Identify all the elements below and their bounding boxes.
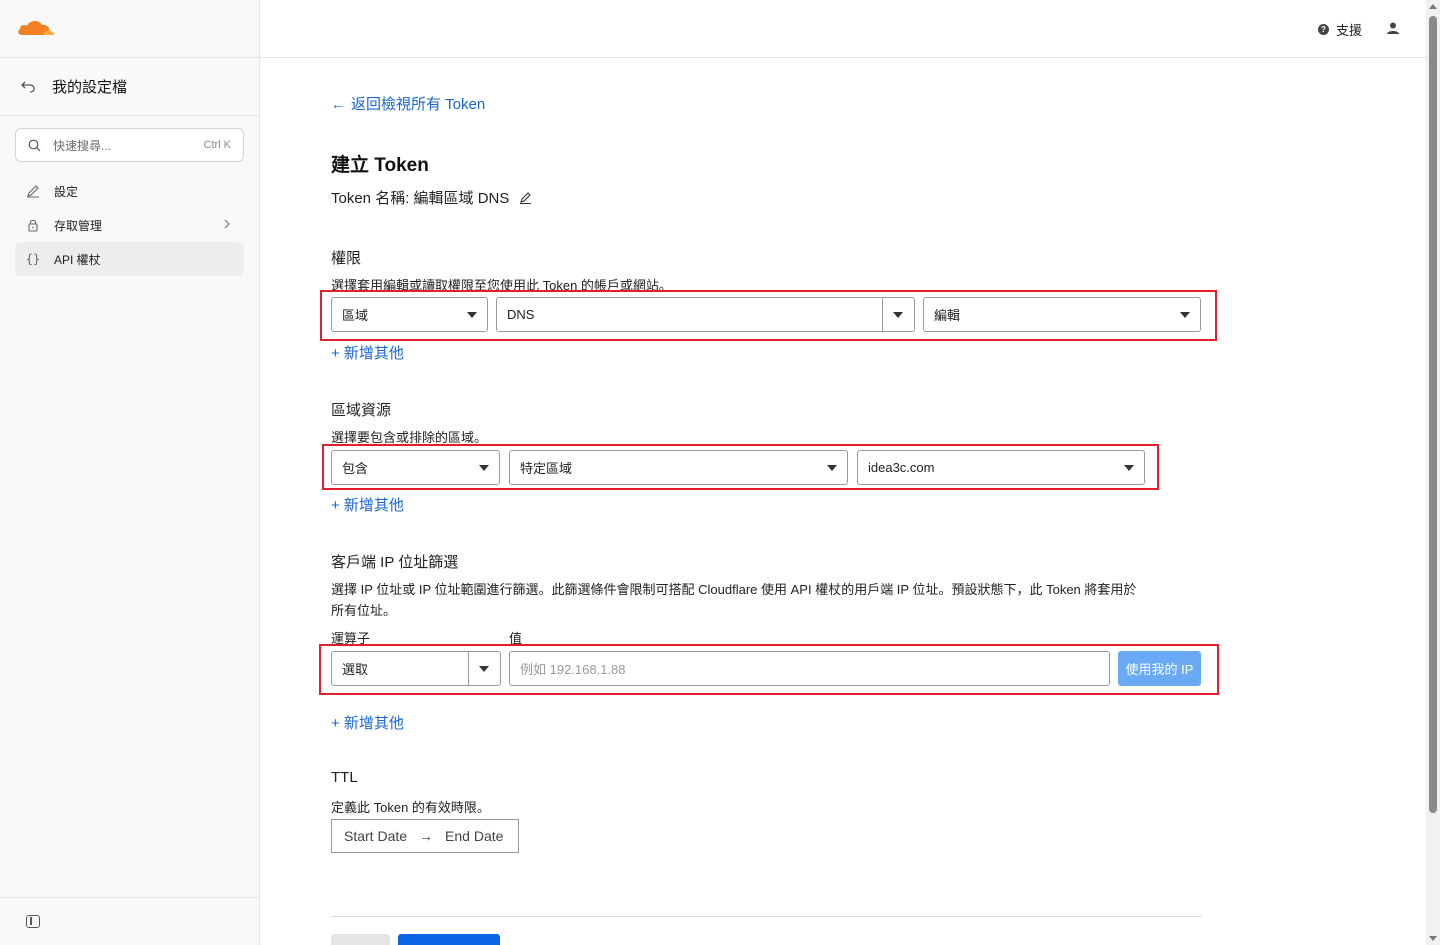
back-to-tokens-link[interactable]: ← 返回檢視所有 Token (331, 93, 485, 114)
permission-scope-select[interactable]: 區域 (331, 297, 488, 332)
caret-down-icon (1124, 465, 1134, 471)
support-button[interactable]: ? 支援 (1317, 20, 1362, 39)
sidebar-nav: 設定 存取管理 {} API 權杖 (0, 174, 259, 276)
zone-select[interactable]: idea3c.com (857, 450, 1145, 485)
ip-operator-select[interactable]: 選取 (331, 651, 501, 686)
search-placeholder: 快速搜尋... (53, 138, 112, 153)
profile-title: 我的設定檔 (52, 79, 128, 96)
use-my-ip-button[interactable]: 使用我的 IP (1118, 651, 1201, 686)
permission-resource-select[interactable]: DNS (496, 297, 915, 332)
permissions-title: 權限 (331, 250, 362, 267)
sidebar-item-access-management[interactable]: 存取管理 (15, 208, 244, 242)
add-permission-link[interactable]: + 新增其他 (331, 342, 404, 363)
caret-down-icon (479, 666, 489, 672)
braces-icon: {} (25, 252, 41, 266)
sidebar-item-settings[interactable]: 設定 (15, 174, 244, 208)
caret-down-icon (1180, 312, 1190, 318)
start-date[interactable]: Start Date (344, 828, 407, 844)
scroll-up-icon[interactable] (1429, 4, 1437, 9)
select-value: 特定區域 (520, 461, 573, 476)
sidebar-footer (0, 897, 259, 945)
back-link-label: 返回檢視所有 Token (351, 96, 486, 113)
select-value: 編輯 (934, 308, 961, 323)
sidebar-item-label: 設定 (54, 184, 79, 199)
caret-box (468, 652, 500, 685)
page-title: 建立 Token (331, 155, 429, 176)
sidebar-item-label: 存取管理 (54, 218, 103, 233)
profile-back-row[interactable]: 我的設定檔 (0, 58, 259, 116)
question-icon: ? (1317, 24, 1329, 35)
sidebar: 我的設定檔 快速搜尋... Ctrl K 設定 存取管理 {} API 權杖 (0, 0, 260, 945)
token-name-row: Token 名稱: 編輯區域 DNS (331, 187, 532, 208)
ip-filter-desc-line1: 選擇 IP 位址或 IP 位址範圍進行篩選。此篩選條件會限制可搭配 Cloudf… (331, 582, 1137, 597)
search-icon (28, 139, 41, 151)
permission-level-select[interactable]: 編輯 (923, 297, 1201, 332)
continue-button[interactable] (398, 934, 500, 945)
top-bar: ? 支援 (260, 0, 1426, 58)
zone-include-select[interactable]: 包含 (331, 450, 500, 485)
quick-search-input[interactable]: 快速搜尋... Ctrl K (15, 128, 244, 162)
select-value: idea3c.com (868, 460, 935, 475)
support-label: 支援 (1335, 23, 1362, 38)
caret-box (882, 298, 914, 331)
edit-pencil-icon[interactable] (519, 191, 532, 204)
token-name: Token 名稱: 編輯區域 DNS (331, 190, 510, 207)
ip-value-input[interactable]: 例如 192.168.1.88 (509, 651, 1110, 686)
undo-arrow-icon (21, 81, 35, 93)
caret-down-icon (467, 312, 477, 318)
ttl-desc: 定義此 Token 的有效時限。 (331, 800, 490, 815)
add-zone-link[interactable]: + 新增其他 (331, 494, 404, 515)
chevron-right-icon (224, 219, 230, 229)
select-value: 區域 (342, 308, 369, 323)
lock-icon (28, 219, 38, 232)
cancel-button[interactable] (331, 934, 390, 945)
add-ip-filter-link[interactable]: + 新增其他 (331, 712, 404, 733)
pencil-icon (27, 185, 39, 198)
ttl-date-range-picker[interactable]: Start Date → End Date (331, 819, 519, 853)
scroll-down-icon[interactable] (1429, 936, 1437, 941)
end-date[interactable]: End Date (445, 828, 503, 844)
sidebar-item-label: API 權杖 (54, 252, 101, 267)
select-value: 選取 (342, 662, 369, 677)
select-value: 包含 (342, 461, 369, 476)
ip-filter-desc-line2: 所有位址。 (331, 603, 397, 618)
logo-bar (0, 0, 259, 58)
cloudflare-logo-icon[interactable] (17, 18, 55, 36)
caret-down-icon (893, 312, 903, 318)
search-shortcut: Ctrl K (203, 139, 232, 151)
zone-type-select[interactable]: 特定區域 (509, 450, 848, 485)
footer-divider (331, 916, 1202, 917)
ip-value-placeholder: 例如 192.168.1.88 (520, 662, 626, 677)
ttl-title: TTL (331, 769, 358, 786)
page-scrollbar[interactable] (1426, 0, 1440, 945)
ip-filter-title: 客戶端 IP 位址篩選 (331, 554, 459, 571)
user-icon[interactable] (1386, 21, 1400, 35)
caret-down-icon (479, 465, 489, 471)
caret-down-icon (827, 465, 837, 471)
select-value: DNS (507, 307, 535, 322)
sidebar-collapse-icon[interactable] (26, 915, 40, 928)
sidebar-item-api-tokens[interactable]: {} API 權杖 (15, 242, 244, 276)
zone-resources-title: 區域資源 (331, 402, 392, 419)
arrow-left-icon: ← (331, 95, 345, 112)
scrollbar-thumb[interactable] (1429, 16, 1437, 813)
arrow-right-icon: → (419, 828, 434, 844)
